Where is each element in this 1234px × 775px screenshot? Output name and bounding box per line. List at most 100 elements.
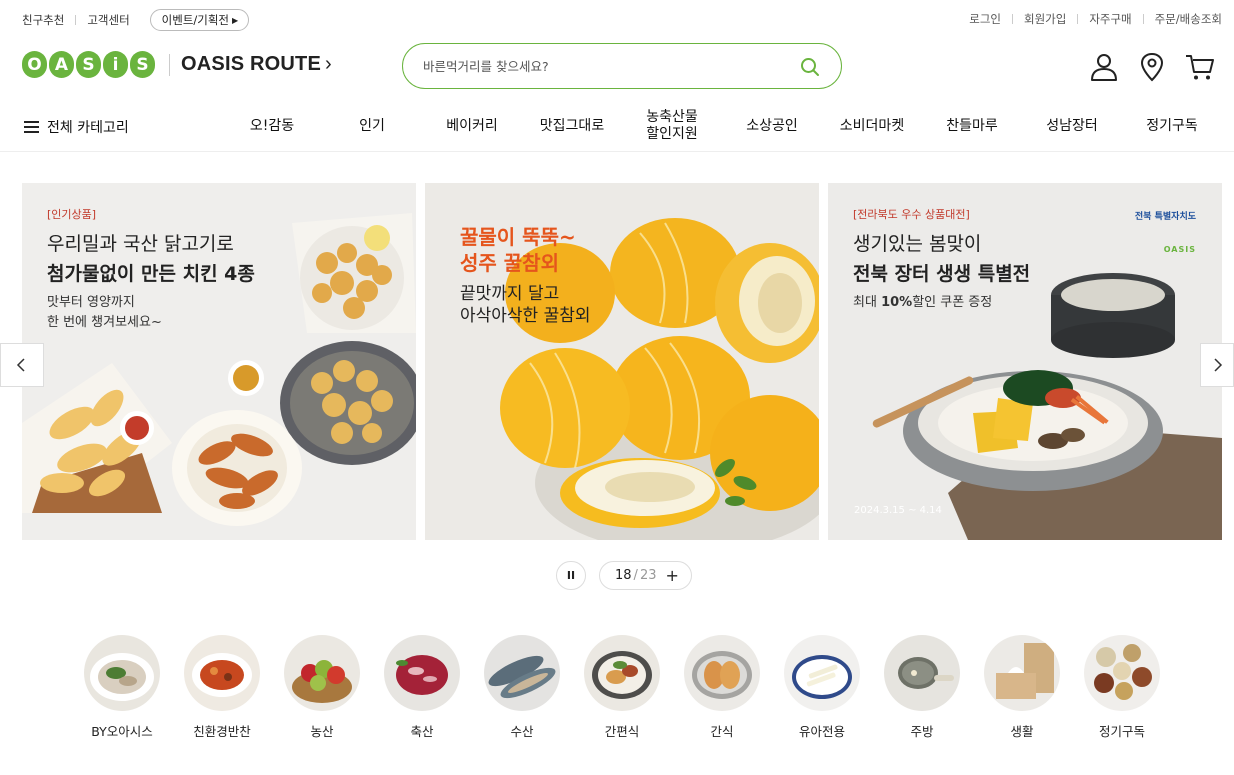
category-seafood[interactable]: 수산 (484, 635, 560, 740)
category-label: 간식 (710, 724, 734, 739)
header-logo: O A S i S OASIS ROUTE › (22, 51, 332, 78)
nav-item-farm-discount[interactable]: 농축산물 할인지원 (646, 106, 698, 146)
banner-sub-line2: 한 번에 챙겨보세요~ (47, 315, 162, 330)
category-subscription[interactable]: 정기구독 (1084, 635, 1160, 740)
all-category-button[interactable]: 전체 카테고리 (24, 117, 129, 137)
sponsor-label: 전북 특별자치도 (1134, 212, 1196, 222)
divider (1077, 14, 1079, 24)
nav-item-seongnam-market[interactable]: 성남장터 (1046, 106, 1098, 146)
nav-item-restaurant[interactable]: 맛집그대로 (540, 106, 604, 146)
nav-item-chandeulmaru[interactable]: 찬들마루 (946, 106, 998, 146)
current-slide: 18 (615, 568, 632, 583)
logo-letter: A (49, 51, 74, 78)
nav-item-subscription[interactable]: 정기구독 (1146, 106, 1198, 146)
category-image (484, 635, 560, 711)
banner-sub-line: 최대 10%할인 쿠폰 증정 (853, 293, 992, 313)
sub-bold: 10% (881, 295, 913, 310)
header-icons (1088, 52, 1232, 82)
banner-title-line2: 성주 꿀참외 (460, 251, 559, 275)
banner-title-line1: 꿀물이 뚝뚝~ (460, 225, 576, 249)
category-image (684, 635, 760, 711)
user-icon (1091, 54, 1117, 81)
logo-letter: O (22, 51, 47, 78)
event-label: 이벤트/기획전 (161, 13, 230, 27)
slide-counter[interactable]: 18 / 23 + (599, 561, 692, 590)
nav-item-popular[interactable]: 인기 (359, 106, 385, 146)
category-eco-side[interactable]: 친환경반찬 (184, 635, 260, 740)
category-snack[interactable]: 간식 (684, 635, 760, 740)
oasis-route-label: OASIS ROUTE (181, 53, 321, 75)
frequent-purchase-link[interactable]: 자주구매 (1089, 11, 1131, 27)
category-convenience[interactable]: 간편식 (584, 635, 660, 740)
banner-title-line1: 생기있는 봄맞이 (853, 233, 982, 255)
search-box (402, 43, 842, 89)
category-agriculture[interactable]: 농산 (284, 635, 360, 740)
utility-links-right: 로그인 회원가입 자주구매 주문/배송조회 (969, 11, 1222, 27)
banner-sub-line2: 아삭아삭한 꿀참외 (460, 306, 591, 326)
oasis-route-link[interactable]: OASIS ROUTE › (181, 53, 332, 76)
cart-button[interactable] (1184, 52, 1216, 82)
divider (1142, 14, 1144, 24)
category-kitchen[interactable]: 주방 (884, 635, 960, 740)
search-input[interactable] (423, 56, 783, 76)
location-button[interactable] (1136, 52, 1168, 82)
search-icon[interactable] (799, 56, 821, 78)
category-label: 농산 (310, 724, 334, 739)
category-label: BY오아시스 (91, 724, 153, 739)
friend-referral-link[interactable]: 친구추천 (22, 12, 64, 28)
carousel-next-button[interactable] (1200, 343, 1234, 387)
banner-slide-jeonbuk[interactable]: [전라북도 우수 상품대전] 생기있는 봄맞이 전북 장터 생생 특별전 최대 … (828, 183, 1222, 540)
category-image (884, 635, 960, 711)
category-label: 유아전용 (798, 724, 845, 739)
chevron-left-icon (16, 358, 25, 372)
caret-right-icon: ▶ (232, 15, 239, 25)
divider (75, 15, 77, 25)
banner-date: 2024.3.15 ~ 4.14 (854, 505, 942, 516)
category-label: 주방 (910, 724, 934, 739)
chevron-right-icon (1214, 358, 1223, 372)
all-category-label: 전체 카테고리 (47, 120, 129, 136)
cart-icon (1186, 55, 1214, 80)
banner-sub-line1: 맛부터 영양까지 (47, 295, 135, 310)
logo-letter: i (103, 51, 128, 78)
nav-item-small-business[interactable]: 소상공인 (746, 106, 798, 146)
banner-title-line1: 우리밀과 국산 닭고기로 (47, 233, 234, 255)
category-shortcuts: BY오아시스 친환경반찬 농산 축산 수산 간편식 간식 유아전용 주방 생활 … (84, 635, 1184, 740)
banner-title-line2: 전북 장터 생생 특별전 (853, 263, 1031, 285)
utility-links-left: 친구추천 고객센터 이벤트/기획전 ▶ (22, 9, 250, 31)
main-nav: 전체 카테고리 오!감동 인기 베이커리 맛집그대로 농축산물 할인지원 소상공… (0, 106, 1234, 152)
nav-item-bakery[interactable]: 베이커리 (446, 106, 498, 146)
divider (1011, 14, 1013, 24)
mypage-button[interactable] (1088, 52, 1120, 82)
chevron-right-icon: › (325, 53, 332, 75)
category-baby[interactable]: 유아전용 (784, 635, 860, 740)
category-livestock[interactable]: 축산 (384, 635, 460, 740)
carousel-prev-button[interactable] (0, 343, 44, 387)
event-button[interactable]: 이벤트/기획전 ▶ (149, 9, 250, 31)
divider (169, 53, 170, 76)
signup-link[interactable]: 회원가입 (1024, 11, 1066, 27)
category-label: 생활 (1010, 724, 1034, 739)
category-by-oasis[interactable]: BY오아시스 (84, 635, 160, 740)
category-image (984, 635, 1060, 711)
nav-item-consume-market[interactable]: 소비더마켓 (840, 106, 904, 146)
category-image (384, 635, 460, 711)
utility-bar: 친구추천 고객센터 이벤트/기획전 ▶ 로그인 회원가입 자주구매 주문/배송조… (0, 0, 1234, 38)
oasis-logo[interactable]: O A S i S (22, 51, 155, 78)
login-link[interactable]: 로그인 (969, 11, 1001, 27)
order-tracking-link[interactable]: 주문/배송조회 (1155, 11, 1222, 27)
sponsor-logo: OASIS (1163, 245, 1196, 254)
category-image (584, 635, 660, 711)
category-living[interactable]: 생활 (984, 635, 1060, 740)
logo-letter: S (130, 51, 155, 78)
category-image (284, 635, 360, 711)
banner-slide-melon[interactable]: 꿀물이 뚝뚝~ 성주 꿀참외 끝맛까지 달고 아삭아삭한 꿀참외 (425, 183, 819, 540)
total-slides: 23 (639, 568, 657, 583)
carousel-pager: II 18 / 23 + (556, 561, 692, 590)
sub-pre: 최대 (853, 295, 882, 310)
pause-button[interactable]: II (556, 561, 586, 590)
customer-center-link[interactable]: 고객센터 (87, 12, 129, 28)
banner-tag: [전라북도 우수 상품대전] (853, 208, 970, 221)
banner-slide-chicken[interactable]: [인기상품] 우리밀과 국산 닭고기로 첨가물없이 만든 치킨 4종 맛부터 영… (22, 183, 416, 540)
nav-item-ogamdong[interactable]: 오!감동 (250, 106, 294, 146)
